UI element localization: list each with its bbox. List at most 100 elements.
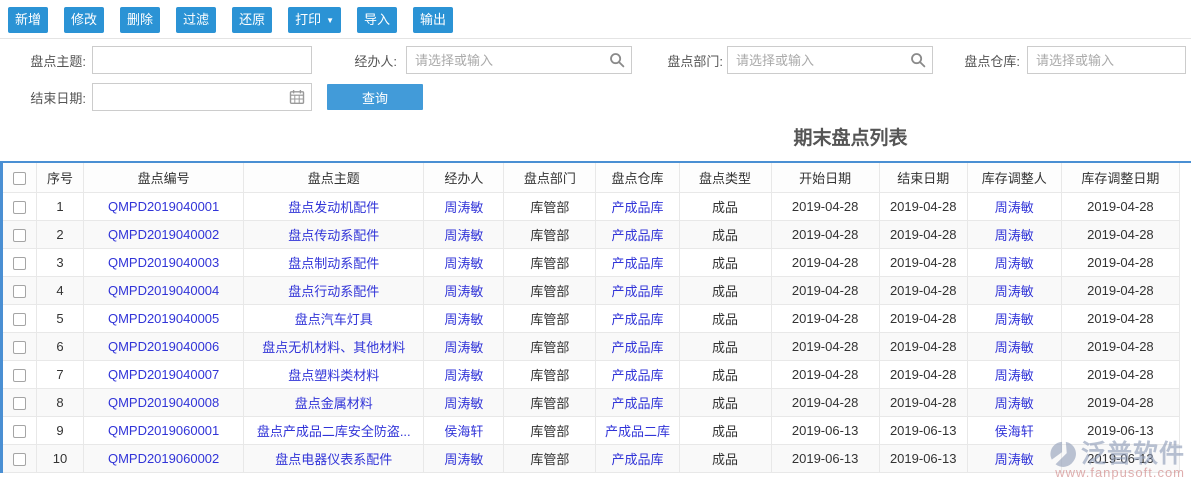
code-link[interactable]: QMPD2019060002 [108,451,219,466]
theme-link[interactable]: 盘点行动系配件 [288,284,379,299]
search-icon[interactable] [609,52,625,68]
agent-link[interactable]: 周涛敏 [444,228,483,243]
warehouse-link[interactable]: 产成品库 [611,340,663,355]
cell-index: 7 [37,360,84,388]
cell-start: 2019-04-28 [771,220,879,248]
toolbar-button-print[interactable]: 打印▼ [288,7,341,33]
adjuster-link[interactable]: 周涛敏 [995,368,1034,383]
warehouse-link[interactable]: 产成品二库 [605,424,670,439]
adjuster-link[interactable]: 周涛敏 [995,200,1034,215]
warehouse-link[interactable]: 产成品库 [611,368,663,383]
warehouse-link[interactable]: 产成品库 [611,284,663,299]
agent-link[interactable]: 周涛敏 [444,396,483,411]
theme-link[interactable]: 盘点制动系配件 [288,256,379,271]
code-link[interactable]: QMPD2019040002 [108,227,219,242]
row-checkbox[interactable] [13,201,26,214]
row-checkbox[interactable] [13,285,26,298]
select-all-checkbox[interactable] [13,172,26,185]
theme-link[interactable]: 盘点传动系配件 [288,228,379,243]
theme-link[interactable]: 盘点发动机配件 [288,200,379,215]
cell-agent: 周涛敏 [424,248,504,276]
table-row: 7QMPD2019040007盘点塑料类材料周涛敏库管部产成品库成品2019-0… [2,360,1180,388]
row-checkbox[interactable] [13,257,26,270]
adjuster-link[interactable]: 周涛敏 [995,256,1034,271]
calendar-icon[interactable] [289,89,305,105]
cell-dept: 库管部 [504,304,596,332]
agent-filter-input[interactable] [406,46,632,74]
toolbar-button-edit[interactable]: 修改 [64,7,104,33]
cell-dept: 库管部 [504,248,596,276]
warehouse-link[interactable]: 产成品库 [611,452,663,467]
theme-filter-wrap [92,46,312,74]
theme-link[interactable]: 盘点无机材料、其他材料 [262,340,405,355]
code-link[interactable]: QMPD2019040006 [108,339,219,354]
row-checkbox[interactable] [13,425,26,438]
table-row: 1QMPD2019040001盘点发动机配件周涛敏库管部产成品库成品2019-0… [2,192,1180,220]
code-link[interactable]: QMPD2019040008 [108,395,219,410]
code-link[interactable]: QMPD2019040003 [108,255,219,270]
cell-adjuster: 周涛敏 [967,220,1061,248]
agent-link[interactable]: 周涛敏 [444,284,483,299]
theme-filter-input[interactable] [92,46,312,74]
toolbar-button-restore[interactable]: 还原 [232,7,272,33]
warehouse-link[interactable]: 产成品库 [611,228,663,243]
code-link[interactable]: QMPD2019060001 [108,423,219,438]
dept-filter-input[interactable] [727,46,933,74]
warehouse-link[interactable]: 产成品库 [611,396,663,411]
cell-agent: 周涛敏 [424,388,504,416]
theme-link[interactable]: 盘点汽车灯具 [295,312,373,327]
cell-adjust_date: 2019-04-28 [1061,276,1179,304]
adjuster-link[interactable]: 周涛敏 [995,312,1034,327]
row-checkbox[interactable] [13,229,26,242]
row-checkbox[interactable] [13,313,26,326]
row-checkbox[interactable] [13,453,26,466]
code-link[interactable]: QMPD2019040007 [108,367,219,382]
adjuster-link[interactable]: 侯海轩 [995,424,1034,439]
warehouse-link[interactable]: 产成品库 [611,256,663,271]
cell-agent: 周涛敏 [424,192,504,220]
cell-theme: 盘点传动系配件 [244,220,424,248]
theme-link[interactable]: 盘点塑料类材料 [288,368,379,383]
code-link[interactable]: QMPD2019040001 [108,199,219,214]
toolbar-button-filter[interactable]: 过滤 [176,7,216,33]
agent-link[interactable]: 周涛敏 [444,200,483,215]
cell-start: 2019-06-13 [771,416,879,444]
adjuster-link[interactable]: 周涛敏 [995,396,1034,411]
query-button[interactable]: 查询 [327,84,423,110]
warehouse-filter-input[interactable] [1027,46,1186,74]
toolbar-button-import[interactable]: 导入 [357,7,397,33]
warehouse-link[interactable]: 产成品库 [611,312,663,327]
agent-link[interactable]: 周涛敏 [444,368,483,383]
agent-link[interactable]: 周涛敏 [444,340,483,355]
adjuster-link[interactable]: 周涛敏 [995,284,1034,299]
agent-link[interactable]: 侯海轩 [444,424,483,439]
row-checkbox[interactable] [13,369,26,382]
cell-theme: 盘点行动系配件 [244,276,424,304]
cell-code: QMPD2019040005 [84,304,244,332]
agent-link[interactable]: 周涛敏 [444,452,483,467]
search-icon[interactable] [910,52,926,68]
cell-warehouse: 产成品二库 [596,416,679,444]
code-link[interactable]: QMPD2019040005 [108,311,219,326]
row-checkbox-cell [2,276,37,304]
code-link[interactable]: QMPD2019040004 [108,283,219,298]
toolbar-button-delete[interactable]: 删除 [120,7,160,33]
adjuster-link[interactable]: 周涛敏 [995,452,1034,467]
cell-end: 2019-04-28 [879,388,967,416]
theme-link[interactable]: 盘点金属材料 [295,396,373,411]
adjuster-link[interactable]: 周涛敏 [995,228,1034,243]
row-checkbox[interactable] [13,341,26,354]
theme-link[interactable]: 盘点电器仪表系配件 [275,452,392,467]
adjuster-link[interactable]: 周涛敏 [995,340,1034,355]
theme-link[interactable]: 盘点产成品二库安全防盗... [257,424,411,439]
toolbar-button-add[interactable]: 新增 [8,7,48,33]
cell-index: 10 [37,444,84,472]
row-checkbox[interactable] [13,397,26,410]
warehouse-link[interactable]: 产成品库 [611,200,663,215]
toolbar-button-export[interactable]: 输出 [413,7,453,33]
end-date-filter-input[interactable] [92,83,312,111]
agent-link[interactable]: 周涛敏 [444,312,483,327]
cell-dept: 库管部 [504,416,596,444]
cell-theme: 盘点无机材料、其他材料 [244,332,424,360]
agent-link[interactable]: 周涛敏 [444,256,483,271]
